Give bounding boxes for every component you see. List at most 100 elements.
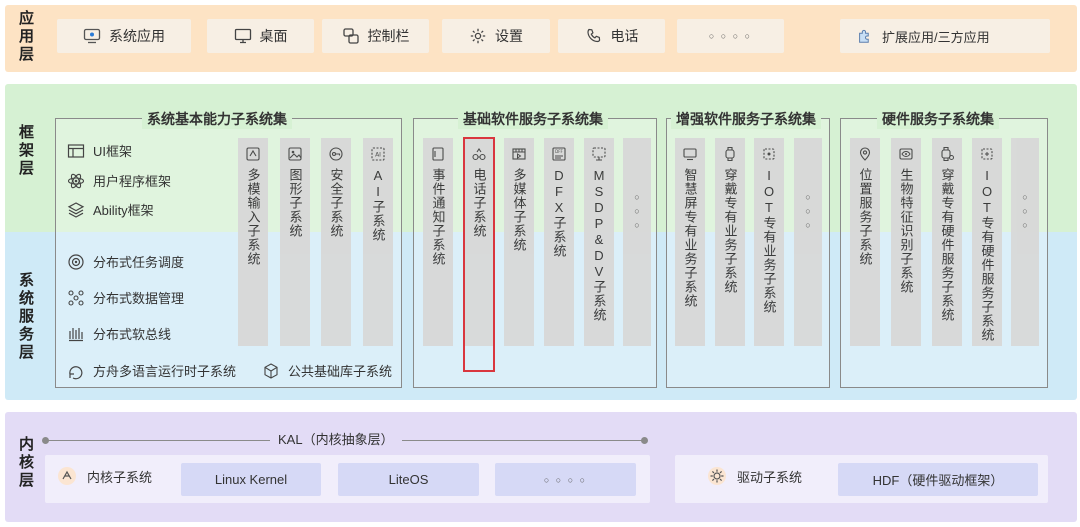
col-multimedia: 多媒体子系统 bbox=[504, 138, 534, 346]
col-smart-screen-label: 智慧屏专有业务子系统 bbox=[682, 168, 698, 308]
col-security: 安全子系统 bbox=[321, 138, 351, 346]
puzzle-icon bbox=[856, 27, 874, 45]
col-iot-hardware: IOT专有硬件服务子系统 bbox=[972, 138, 1002, 346]
svg-text:DFF: DFF bbox=[555, 149, 563, 154]
app-settings: 设置 bbox=[442, 19, 550, 53]
feature-common-lib: 公共基础库子系统 bbox=[262, 361, 392, 380]
data-nodes-icon bbox=[67, 289, 85, 307]
input-icon bbox=[245, 146, 261, 162]
kernel-subsystem-label: 内核子系统 bbox=[87, 469, 153, 485]
col-wearable-label: 穿戴专有业务子系统 bbox=[722, 168, 738, 294]
col-msdp-dv: MSDP&DV子系统 bbox=[584, 138, 614, 346]
feature-ark-runtime: 方舟多语言运行时子系统 bbox=[67, 361, 236, 380]
screen-icon bbox=[682, 146, 698, 162]
app-settings-label: 设置 bbox=[495, 28, 523, 44]
col-location: 位置服务子系统 bbox=[850, 138, 880, 346]
atom-icon bbox=[67, 172, 85, 190]
col-smart-screen: 智慧屏专有业务子系统 bbox=[675, 138, 705, 346]
layers-icon bbox=[67, 201, 85, 219]
app-desktop: 桌面 bbox=[207, 19, 314, 53]
app-system-app: 系统应用 bbox=[57, 19, 191, 53]
feature-dist-data-label: 分布式数据管理 bbox=[93, 291, 185, 306]
wearable-gear-icon bbox=[939, 146, 955, 162]
feature-dist-bus-label: 分布式软总线 bbox=[93, 327, 172, 342]
app-phone: 电话 bbox=[558, 19, 665, 53]
app-more: ○ ○ ○ ○ bbox=[677, 19, 784, 53]
basic-software-more-dots: ○○○ bbox=[632, 192, 642, 234]
col-ai: AI AI子系统 bbox=[363, 138, 393, 346]
col-graphics-label: 图形子系统 bbox=[287, 168, 303, 238]
eye-icon bbox=[898, 146, 914, 162]
system-service-layer-label: 系统服务层 bbox=[17, 272, 34, 362]
feature-ui-framework: UI框架 bbox=[67, 141, 132, 160]
col-wearable-hardware: 穿戴专有硬件服务子系统 bbox=[932, 138, 962, 346]
app-control-bar-label: 控制栏 bbox=[367, 28, 410, 44]
runtime-icon bbox=[67, 362, 85, 380]
dfx-icon: DFF bbox=[551, 146, 567, 162]
app-phone-label: 电话 bbox=[610, 28, 639, 44]
image-icon bbox=[287, 146, 303, 162]
phone-icon bbox=[585, 27, 603, 45]
feature-dist-data: 分布式数据管理 bbox=[67, 288, 184, 307]
kal-line-right-dot bbox=[641, 437, 648, 444]
framework-layer-label: 框架层 bbox=[17, 124, 34, 178]
control-bar-icon bbox=[342, 27, 360, 45]
feature-user-program-framework-label: 用户程序框架 bbox=[93, 174, 172, 189]
feature-ui-framework-label: UI框架 bbox=[93, 144, 133, 159]
col-iot: IOT专有业务子系统 bbox=[754, 138, 784, 346]
svg-text:AI: AI bbox=[375, 152, 381, 159]
hardware-more-dots: ○○○ bbox=[1020, 192, 1030, 234]
key-icon bbox=[328, 146, 344, 162]
ui-frame-icon bbox=[67, 142, 85, 160]
col-multimedia-label: 多媒体子系统 bbox=[511, 168, 527, 252]
col-multimodal-input-label: 多模输入子系统 bbox=[245, 168, 261, 266]
telephony-highlight-box bbox=[463, 137, 495, 372]
enhanced-more-dots: ○○○ bbox=[803, 192, 813, 234]
col-msdp-dv-label: MSDP&DV子系统 bbox=[591, 168, 607, 322]
col-location-label: 位置服务子系统 bbox=[857, 168, 873, 266]
linux-kernel-box: Linux Kernel bbox=[181, 463, 321, 496]
app-ext: 扩展应用/三方应用 bbox=[840, 19, 1050, 53]
kernel-more-box: ○ ○ ○ ○ bbox=[495, 463, 636, 496]
monitor-icon bbox=[83, 27, 101, 45]
col-dfx-label: DFX子系统 bbox=[551, 168, 567, 258]
panel-enhanced-software-title: 增强软件服务子系统集 bbox=[671, 109, 821, 129]
col-dfx: DFF DFX子系统 bbox=[544, 138, 574, 346]
col-ai-label: AI子系统 bbox=[370, 168, 386, 242]
feature-dist-task: 分布式任务调度 bbox=[67, 252, 184, 271]
watch-icon bbox=[722, 146, 738, 162]
feature-ark-runtime-label: 方舟多语言运行时子系统 bbox=[93, 364, 237, 379]
app-layer-label: 应用层 bbox=[17, 10, 34, 64]
feature-dist-task-label: 分布式任务调度 bbox=[93, 255, 185, 270]
col-graphics: 图形子系统 bbox=[280, 138, 310, 346]
col-enhanced-more: ○○○ bbox=[794, 138, 822, 346]
feature-ability-framework: Ability框架 bbox=[67, 200, 154, 219]
msdp-icon bbox=[591, 146, 607, 162]
col-wearable-hardware-label: 穿戴专有硬件服务子系统 bbox=[939, 168, 955, 322]
liteos-box: LiteOS bbox=[338, 463, 479, 496]
iot-hardware-icon bbox=[979, 146, 995, 162]
cube-icon bbox=[262, 362, 280, 380]
col-multimodal-input: 多模输入子系统 bbox=[238, 138, 268, 346]
kernel-layer-label: 内核层 bbox=[17, 436, 34, 490]
driver-gear-icon bbox=[707, 466, 727, 486]
driver-subsystem-label: 驱动子系统 bbox=[737, 469, 803, 485]
task-schedule-icon bbox=[67, 253, 85, 271]
col-event-notify: 事件通知子系统 bbox=[423, 138, 453, 346]
col-iot-hardware-label: IOT专有硬件服务子系统 bbox=[979, 168, 995, 342]
col-wearable: 穿戴专有业务子系统 bbox=[715, 138, 745, 346]
feature-dist-bus: 分布式软总线 bbox=[67, 324, 171, 343]
feature-common-lib-label: 公共基础库子系统 bbox=[288, 364, 393, 379]
app-system-app-label: 系统应用 bbox=[109, 28, 165, 44]
driver-subsystem: 驱动子系统 bbox=[707, 466, 802, 486]
col-hardware-more: ○○○ bbox=[1011, 138, 1039, 346]
feature-ability-framework-label: Ability框架 bbox=[93, 203, 154, 218]
kal-line-left-dot bbox=[42, 437, 49, 444]
col-iot-label: IOT专有业务子系统 bbox=[761, 168, 777, 314]
col-biometrics-label: 生物特征识别子系统 bbox=[898, 168, 914, 294]
col-basic-software-more: ○○○ bbox=[623, 138, 651, 346]
app-control-bar: 控制栏 bbox=[322, 19, 429, 53]
feature-user-program-framework: 用户程序框架 bbox=[67, 171, 171, 190]
ai-chip-icon: AI bbox=[370, 146, 386, 162]
kernel-icon bbox=[57, 466, 77, 486]
